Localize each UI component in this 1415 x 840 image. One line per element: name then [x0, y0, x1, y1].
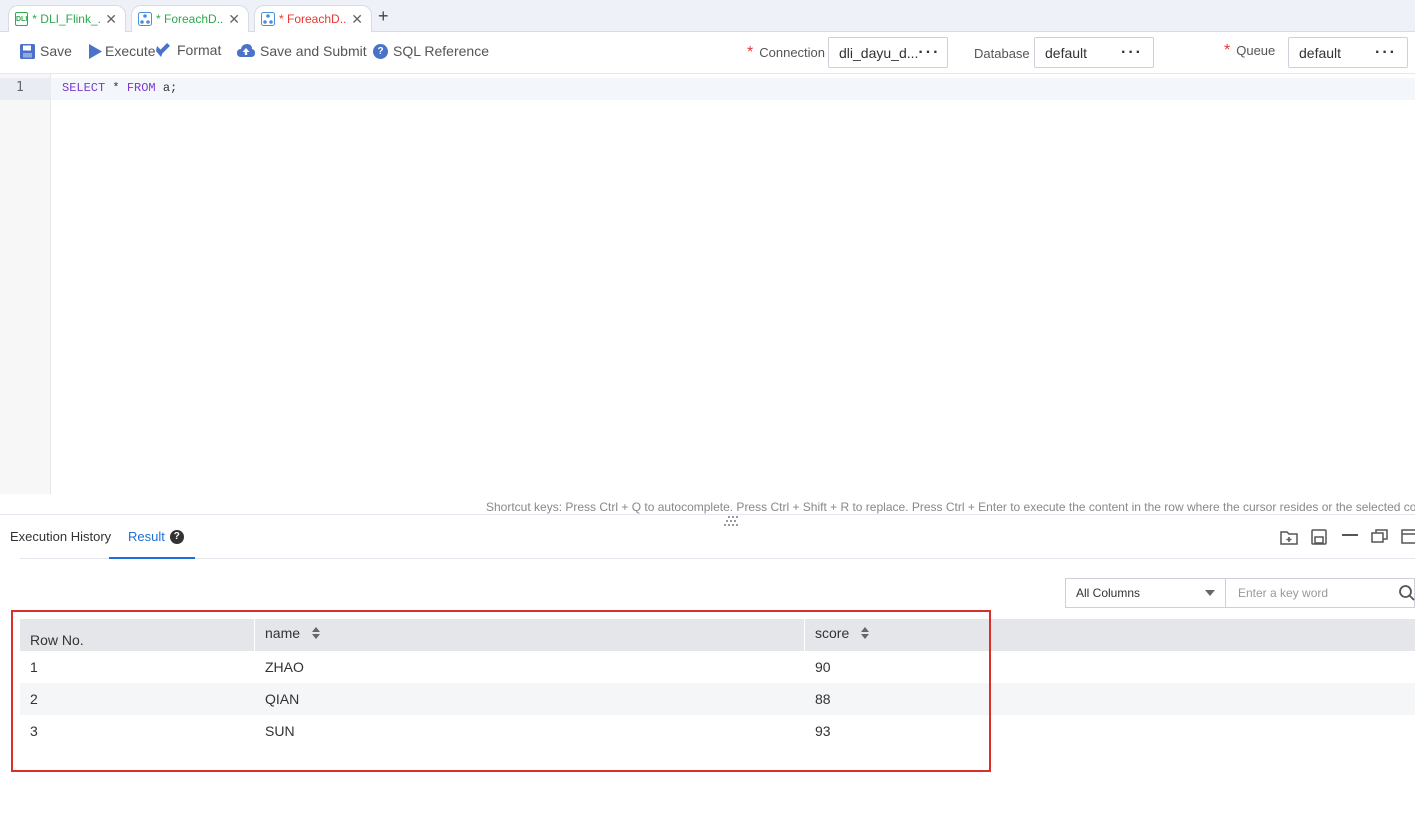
cell-name: SUN — [265, 723, 295, 739]
tab-result-label: Result — [128, 529, 165, 544]
connection-select[interactable]: dli_dayu_d... ··· — [828, 37, 948, 68]
required-asterisk: * — [1224, 42, 1231, 59]
tab-label: * ForeachD... — [279, 12, 348, 26]
tab-execution-history[interactable]: Execution History — [10, 529, 111, 544]
cloud-upload-icon — [237, 44, 255, 57]
close-icon[interactable]: ✕ — [105, 11, 117, 28]
format-label: Format — [177, 42, 222, 58]
column-filter-select[interactable]: All Columns — [1065, 578, 1225, 608]
minimize-icon[interactable] — [1340, 527, 1360, 547]
result-table: Row No. name score 1 ZHAO 90 2 QIAN 88 3… — [20, 619, 1415, 747]
search-icon[interactable] — [1398, 584, 1415, 602]
execute-label: Execute — [105, 43, 156, 59]
queue-label: * Queue — [1224, 42, 1275, 60]
tab-dli-flink[interactable]: DLI * DLI_Flink_... ✕ — [8, 5, 126, 32]
tab-label: * ForeachD... — [156, 12, 225, 26]
close-icon[interactable]: ✕ — [228, 11, 240, 28]
database-value: default — [1045, 44, 1088, 61]
sql-editor[interactable]: 1 SELECT * FROM a; — [0, 74, 1415, 494]
save-result-icon[interactable] — [1309, 527, 1329, 547]
format-button[interactable]: Format — [156, 42, 221, 58]
queue-value: default — [1299, 44, 1342, 61]
save-and-submit-button[interactable]: Save and Submit — [237, 43, 367, 59]
keyword-from: FROM — [126, 81, 156, 95]
database-select[interactable]: default ··· — [1034, 37, 1154, 68]
sql-reference-label: SQL Reference — [393, 43, 489, 59]
connection-label-text: Connection — [759, 45, 826, 60]
header-score-label: score — [815, 625, 850, 641]
execute-button[interactable]: Execute — [88, 43, 156, 59]
panel-splitter — [0, 514, 1415, 515]
keyword-search — [1225, 578, 1415, 608]
tab-foreach-2[interactable]: * ForeachD... ✕ — [254, 5, 372, 32]
tab-foreach-1[interactable]: * ForeachD... ✕ — [131, 5, 249, 32]
connection-label: * Connection — [747, 44, 825, 62]
header-name[interactable]: name — [265, 617, 321, 649]
cell-score: 88 — [815, 691, 831, 707]
table-header: Row No. name score — [20, 619, 1415, 651]
queue-select[interactable]: default ··· — [1288, 37, 1408, 68]
sort-icon[interactable] — [312, 627, 321, 639]
table-row[interactable]: 2 QIAN 88 — [20, 683, 1415, 715]
database-label: Database — [974, 46, 1030, 61]
column-filter-value: All Columns — [1076, 586, 1141, 600]
sql-reference-button[interactable]: ? SQL Reference — [373, 43, 489, 59]
close-icon[interactable]: ✕ — [351, 11, 363, 28]
editor-tab-bar: DLI * DLI_Flink_... ✕ * ForeachD... ✕ * … — [0, 0, 1415, 32]
result-tabs-divider — [20, 558, 1415, 559]
restore-window-icon[interactable] — [1370, 527, 1390, 547]
save-and-submit-label: Save and Submit — [260, 43, 367, 59]
code-rest: a; — [155, 81, 178, 95]
queue-label-text: Queue — [1236, 43, 1276, 58]
result-panel-tabs: Execution History Result ? — [0, 520, 1415, 558]
cell-row-no: 3 — [30, 723, 38, 739]
dli-icon: DLI — [15, 12, 29, 26]
workflow-icon — [138, 12, 152, 26]
tab-label: * DLI_Flink_... — [32, 12, 102, 26]
table-row[interactable]: 1 ZHAO 90 — [20, 651, 1415, 683]
cell-row-no: 1 — [30, 659, 38, 675]
column-divider — [254, 619, 255, 651]
sort-icon[interactable] — [861, 627, 870, 639]
keyword-search-input[interactable] — [1226, 586, 1386, 600]
active-tab-underline — [109, 557, 195, 559]
search-separator — [1225, 584, 1226, 604]
help-icon[interactable]: ? — [169, 529, 184, 544]
active-gutter-highlight — [0, 78, 51, 100]
help-circle-icon: ? — [373, 43, 388, 59]
save-label: Save — [40, 43, 72, 59]
connection-value: dli_dayu_d... — [839, 44, 919, 61]
keyword-select: SELECT — [62, 81, 106, 95]
more-options-icon[interactable]: ··· — [1121, 44, 1143, 62]
line-number-gutter: 1 — [0, 74, 51, 494]
more-options-icon[interactable]: ··· — [1375, 44, 1397, 62]
tab-result[interactable]: Result ? — [128, 529, 184, 544]
code-star: * — [105, 81, 127, 95]
header-name-label: name — [265, 625, 301, 641]
add-tab-icon[interactable]: + — [378, 6, 389, 27]
format-brush-icon — [156, 43, 170, 57]
workflow-icon — [261, 12, 275, 26]
sql-toolbar: Save Execute Format Save and Submit ? SQ… — [0, 32, 1415, 74]
save-icon — [20, 43, 35, 59]
maximize-window-icon[interactable] — [1400, 527, 1415, 547]
required-asterisk: * — [747, 44, 754, 61]
code-line[interactable]: SELECT * FROM a; — [62, 81, 177, 95]
table-row[interactable]: 3 SUN 93 — [20, 715, 1415, 747]
chevron-down-icon — [1205, 590, 1215, 596]
cell-row-no: 2 — [30, 691, 38, 707]
cell-name: QIAN — [265, 691, 300, 707]
open-folder-icon[interactable] — [1279, 527, 1299, 547]
more-options-icon[interactable]: ··· — [918, 44, 940, 62]
header-score[interactable]: score — [815, 617, 870, 649]
play-icon — [89, 43, 102, 59]
active-line-highlight — [0, 78, 1415, 100]
shortcut-hint: Shortcut keys: Press Ctrl + Q to autocom… — [486, 500, 1415, 514]
line-number: 1 — [16, 80, 24, 95]
cell-score: 93 — [815, 723, 831, 739]
column-divider — [804, 619, 805, 651]
cell-score: 90 — [815, 659, 831, 675]
cell-name: ZHAO — [265, 659, 304, 675]
save-button[interactable]: Save — [20, 43, 72, 59]
